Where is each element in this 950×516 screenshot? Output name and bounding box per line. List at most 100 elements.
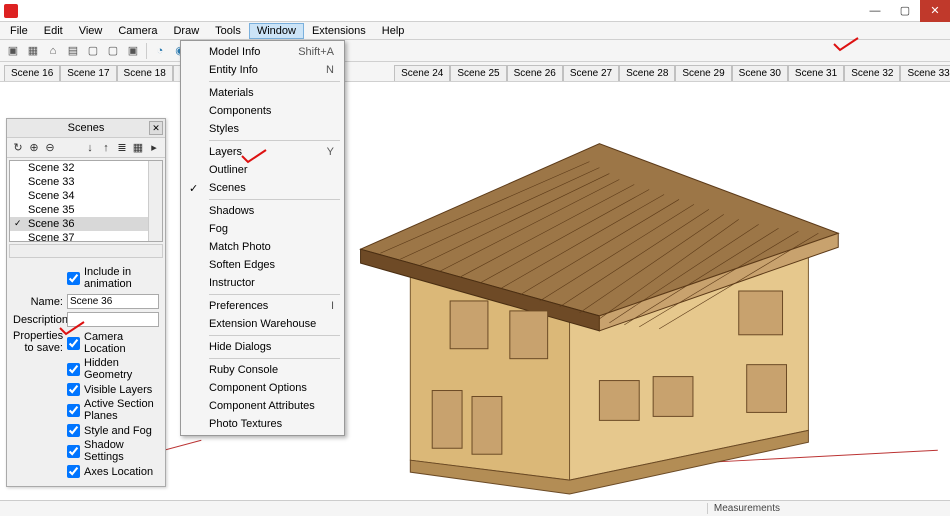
scene-tab[interactable]: Scene 27 (563, 65, 619, 81)
menu-item-extension-warehouse[interactable]: Extension Warehouse (183, 315, 342, 333)
scene-tab[interactable]: Scene 26 (507, 65, 563, 81)
list-view-icon[interactable]: ≣ (115, 141, 129, 155)
folder-a-icon[interactable]: ▢ (84, 42, 102, 60)
scrollbar[interactable] (148, 161, 162, 241)
menu-help[interactable]: Help (374, 23, 413, 39)
include-in-animation-checkbox[interactable] (67, 272, 80, 285)
menu-item-scenes[interactable]: ✓Scenes (183, 179, 342, 197)
scene-list-item[interactable]: Scene 37 (10, 231, 162, 242)
move-up-icon[interactable]: ↑ (99, 141, 113, 155)
menu-item-shadows[interactable]: Shadows (183, 202, 342, 220)
prop-label: Active Section Planes (84, 398, 159, 422)
menu-icon[interactable]: ▸ (147, 141, 161, 155)
scene-description-input[interactable] (67, 312, 159, 327)
measurements-label: Measurements (707, 503, 820, 514)
scene-name-input[interactable] (67, 294, 159, 309)
menu-view[interactable]: View (71, 23, 111, 39)
scene-list-item[interactable]: ✓Scene 36 (10, 217, 162, 231)
scenes-panel: Scenes ✕ ↻ ⊕ ⊖ ↓ ↑ ≣ ▦ ▸ Scene 32Scene 3… (6, 118, 166, 487)
menu-item-entity-info[interactable]: Entity InfoN (183, 61, 342, 79)
properties-label: Properties to save: (13, 330, 63, 354)
prop-checkbox-active-section-planes[interactable] (67, 404, 80, 417)
menu-extensions[interactable]: Extensions (304, 23, 374, 39)
menu-item-fog[interactable]: Fog (183, 220, 342, 238)
menu-item-component-attributes[interactable]: Component Attributes (183, 397, 342, 415)
remove-scene-icon[interactable]: ⊖ (43, 141, 57, 155)
prop-label: Axes Location (84, 466, 153, 478)
statusbar: Measurements (0, 500, 950, 516)
menu-item-materials[interactable]: Materials (183, 84, 342, 102)
close-button[interactable]: ✕ (920, 0, 950, 22)
scene-list-item[interactable]: Scene 32 (10, 161, 162, 175)
prop-checkbox-style-and-fog[interactable] (67, 424, 80, 437)
prop-checkbox-hidden-geometry[interactable] (67, 363, 80, 376)
scene-tab[interactable]: Scene 24 (394, 65, 450, 81)
open-icon[interactable]: ▣ (124, 42, 142, 60)
folder-b-icon[interactable]: ▢ (104, 42, 122, 60)
layers-icon[interactable]: ▤ (64, 42, 82, 60)
prop-checkbox-axes-location[interactable] (67, 465, 80, 478)
menu-window[interactable]: Window (249, 23, 304, 39)
prop-label: Camera Location (84, 331, 159, 355)
scene-list-item[interactable]: Scene 34 (10, 189, 162, 203)
protractor-icon[interactable]: ◔ (151, 42, 169, 60)
menu-item-styles[interactable]: Styles (183, 120, 342, 138)
menu-item-layers[interactable]: LayersY (183, 143, 342, 161)
prop-label: Shadow Settings (84, 439, 159, 463)
prop-label: Hidden Geometry (84, 357, 159, 381)
hscrollbar[interactable] (9, 244, 163, 258)
menu-item-photo-textures[interactable]: Photo Textures (183, 415, 342, 433)
minimize-button[interactable]: — (860, 0, 890, 22)
home-icon[interactable]: ⌂ (44, 42, 62, 60)
maximize-button[interactable]: ▢ (890, 0, 920, 22)
scene-tab[interactable]: Scene 28 (619, 65, 675, 81)
scene-tab[interactable]: Scene 18 (117, 65, 173, 81)
scene-tab[interactable]: Scene 33 (900, 65, 950, 81)
menu-item-soften-edges[interactable]: Soften Edges (183, 256, 342, 274)
menu-item-hide-dialogs[interactable]: Hide Dialogs (183, 338, 342, 356)
thumbnail-view-icon[interactable]: ▦ (131, 141, 145, 155)
include-label: Include in animation (84, 266, 159, 290)
prop-checkbox-shadow-settings[interactable] (67, 445, 80, 458)
menu-tools[interactable]: Tools (207, 23, 249, 39)
panel-close-button[interactable]: ✕ (149, 121, 163, 135)
menu-item-outliner[interactable]: Outliner (183, 161, 342, 179)
menu-item-component-options[interactable]: Component Options (183, 379, 342, 397)
move-down-icon[interactable]: ↓ (83, 141, 97, 155)
menu-item-instructor[interactable]: Instructor (183, 274, 342, 292)
scene-tab[interactable]: Scene 31 (788, 65, 844, 81)
paint-bucket-icon[interactable]: ▣ (4, 42, 22, 60)
refresh-icon[interactable]: ↻ (11, 141, 25, 155)
prop-checkbox-visible-layers[interactable] (67, 383, 80, 396)
scene-tab[interactable]: Scene 32 (844, 65, 900, 81)
scene-tab[interactable]: Scene 25 (450, 65, 506, 81)
main-toolbar: ▣ ▦ ⌂ ▤ ▢ ▢ ▣ ◔ ◉ (0, 40, 950, 62)
prop-checkbox-camera-location[interactable] (67, 337, 80, 350)
menu-file[interactable]: File (2, 23, 36, 39)
name-label: Name: (13, 296, 63, 308)
cube-icon[interactable]: ▦ (24, 42, 42, 60)
scene-tab[interactable]: Scene 16 (4, 65, 60, 81)
menu-item-match-photo[interactable]: Match Photo (183, 238, 342, 256)
prop-label: Visible Layers (84, 384, 152, 396)
scene-list-item[interactable]: Scene 33 (10, 175, 162, 189)
menu-item-ruby-console[interactable]: Ruby Console (183, 361, 342, 379)
menu-item-components[interactable]: Components (183, 102, 342, 120)
scene-tab[interactable]: Scene 17 (60, 65, 116, 81)
menu-camera[interactable]: Camera (110, 23, 165, 39)
panel-title[interactable]: Scenes ✕ (7, 119, 165, 138)
description-label: Description: (13, 314, 63, 326)
menu-item-model-info[interactable]: Model InfoShift+A (183, 43, 342, 61)
scene-tabs: Scene 16Scene 17Scene 18Scene 19Scene 24… (0, 62, 950, 82)
scene-list-item[interactable]: Scene 35 (10, 203, 162, 217)
add-scene-icon[interactable]: ⊕ (27, 141, 41, 155)
menu-draw[interactable]: Draw (165, 23, 207, 39)
prop-label: Style and Fog (84, 425, 152, 437)
menubar: FileEditViewCameraDrawToolsWindowExtensi… (0, 22, 950, 40)
menu-item-preferences[interactable]: PreferencesI (183, 297, 342, 315)
scene-list[interactable]: Scene 32Scene 33Scene 34Scene 35✓Scene 3… (9, 160, 163, 242)
window-menu-dropdown: Model InfoShift+AEntity InfoNMaterialsCo… (180, 40, 345, 436)
scene-tab[interactable]: Scene 29 (675, 65, 731, 81)
scene-tab[interactable]: Scene 30 (732, 65, 788, 81)
menu-edit[interactable]: Edit (36, 23, 71, 39)
